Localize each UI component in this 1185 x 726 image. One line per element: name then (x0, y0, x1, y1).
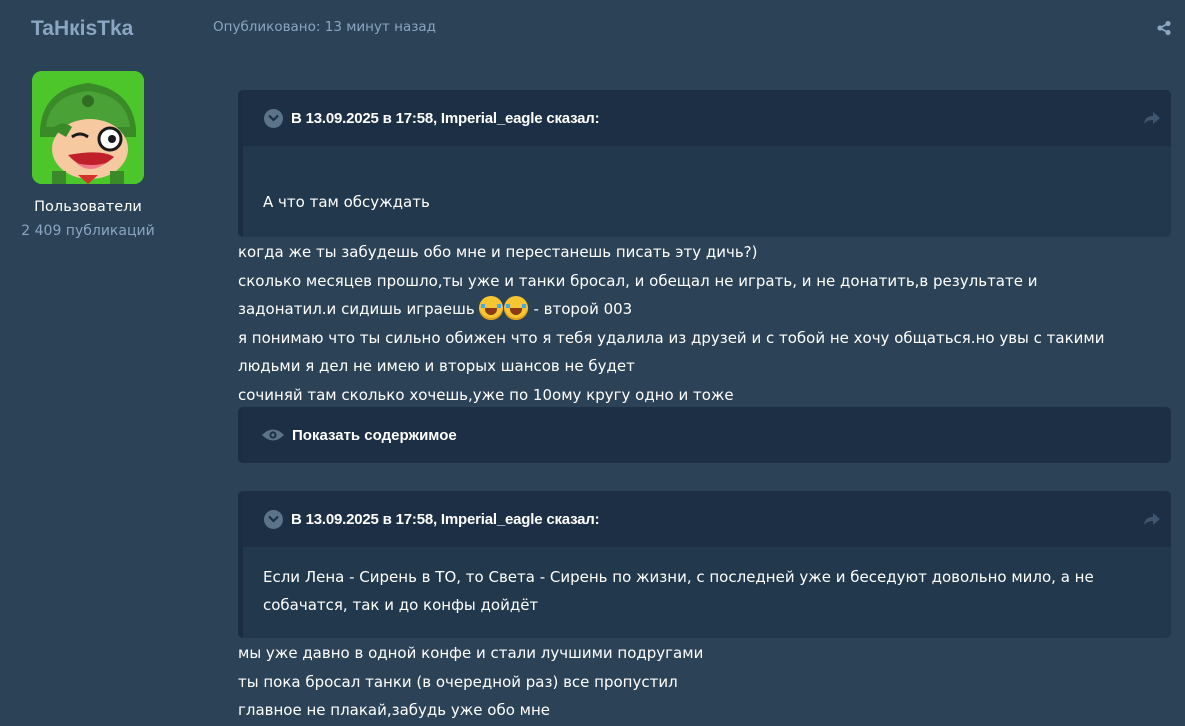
reply-arrow-icon[interactable] (1143, 511, 1161, 527)
quote-title: В 13.09.2025 в 17:58, Imperial_eagle ска… (291, 510, 600, 528)
post-line: ты пока бросал танки (в очередной раз) в… (238, 672, 678, 691)
user-group: Пользователи (34, 199, 142, 215)
share-icon[interactable] (1156, 20, 1172, 36)
post-line: людьми я дел не имею и вторых шансов не … (238, 357, 635, 375)
spoiler-label: Показать содержимое (292, 426, 457, 444)
user-post-count: 2 409 публикаций (21, 223, 155, 239)
author-name[interactable]: TaHкisTka (31, 17, 133, 41)
quote-body: Если Лена - Сирень в ТО, то Света - Сире… (243, 547, 1171, 619)
quote-block: В 13.09.2025 в 17:58, Imperial_eagle ска… (238, 90, 1171, 237)
post-line: я понимаю что ты сильно обижен что я теб… (238, 328, 1105, 347)
quote-header[interactable]: В 13.09.2025 в 17:58, Imperial_eagle ска… (243, 491, 1171, 547)
laughing-tears-emoji (503, 296, 528, 320)
eye-icon (262, 429, 284, 441)
quote-title: В 13.09.2025 в 17:58, Imperial_eagle ска… (291, 109, 600, 127)
chevron-down-icon[interactable] (264, 108, 283, 128)
quote-body: А что там обсуждать (243, 146, 1171, 216)
post-line: главное не плакай,забудь уже обо мне (238, 701, 551, 719)
post-line: когда же ты забудешь обо мне и перестане… (238, 243, 758, 261)
post-text: мы уже давно в одной конфе и стали лучши… (238, 639, 1173, 725)
post-text: когда же ты забудешь обо мне и перестане… (238, 238, 1173, 409)
post-line: сочиняй там сколько хочешь,уже по 10ому … (238, 385, 734, 404)
quote-block: В 13.09.2025 в 17:58, Imperial_eagle ска… (238, 491, 1171, 638)
post-line-text: - второй 003 (528, 300, 633, 318)
quote-header[interactable]: В 13.09.2025 в 17:58, Imperial_eagle ска… (243, 90, 1171, 146)
post-line: мы уже давно в одной конфе и стали лучши… (238, 644, 704, 662)
quote-text: собачатся, так и до конфы дойдёт (263, 596, 539, 614)
post-meta[interactable]: Опубликовано: 13 минут назад (213, 19, 436, 35)
spoiler-toggle[interactable]: Показать содержимое (238, 407, 1171, 463)
quote-text: А что там обсуждать (263, 193, 430, 211)
laughing-tears-emoji (478, 296, 503, 320)
post-line: сколько месяцев прошло,ты уже и танки бр… (238, 271, 1038, 290)
reply-arrow-icon[interactable] (1143, 110, 1161, 126)
quote-text: Если Лена - Сирень в ТО, то Света - Сире… (263, 568, 1094, 586)
chevron-down-icon[interactable] (264, 509, 283, 529)
post-line: задонатил.и сидишь играешь - второй 003 (238, 295, 1173, 324)
post-line-text: задонатил.и сидишь играешь (238, 300, 475, 318)
avatar[interactable] (32, 71, 144, 184)
